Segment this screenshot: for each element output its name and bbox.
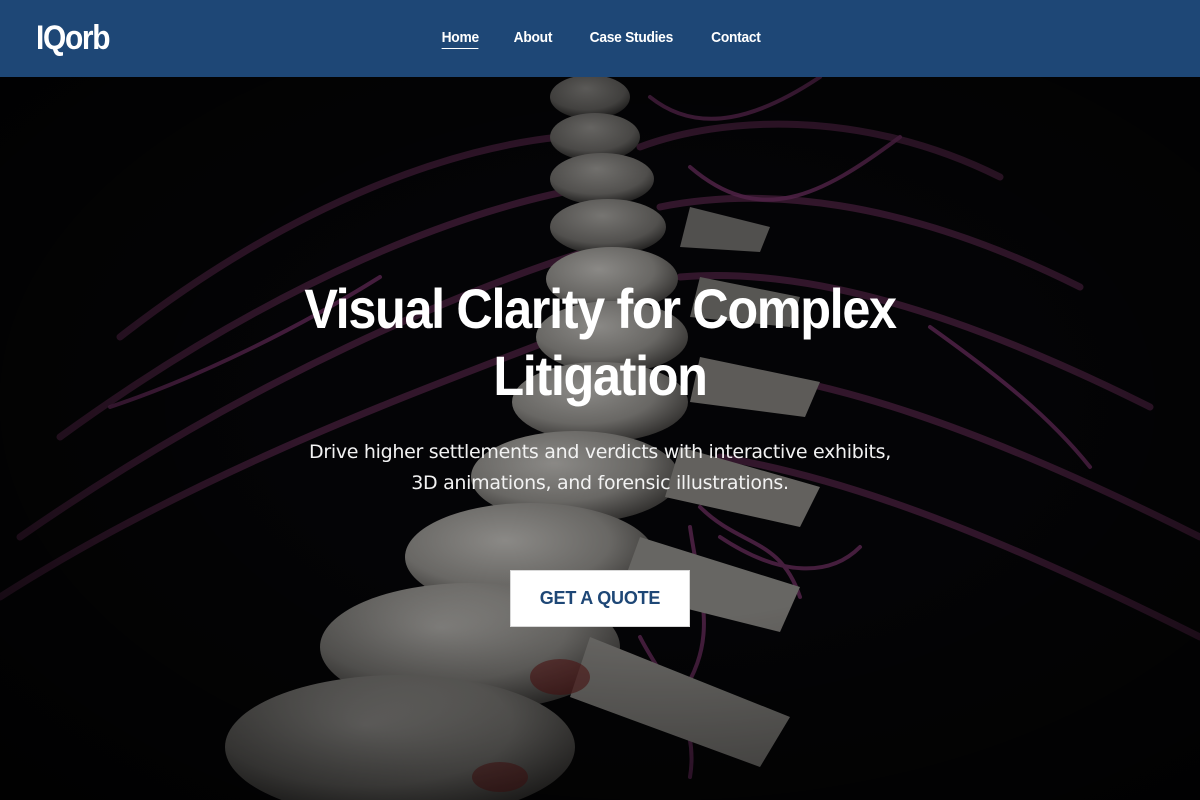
hero-section: Visual Clarity for Complex Litigation Dr…: [0, 77, 1200, 800]
nav-link-about[interactable]: About: [514, 29, 553, 48]
hero-headline: Visual Clarity for Complex Litigation: [304, 277, 897, 407]
top-navbar: IQorb Home About Case Studies Contact: [0, 0, 1200, 77]
hero-subheadline: Drive higher settlements and verdicts wi…: [250, 437, 950, 499]
hero-subheadline-line-1: Drive higher settlements and verdicts wi…: [309, 441, 891, 463]
hero-subheadline-line-2: 3D animations, and forensic illustration…: [411, 472, 789, 494]
nav-link-case-studies[interactable]: Case Studies: [590, 29, 674, 48]
nav-link-home[interactable]: Home: [441, 29, 479, 49]
main-nav: Home About Case Studies Contact: [0, 0, 1200, 77]
get-a-quote-button[interactable]: GET A QUOTE: [510, 570, 690, 627]
nav-link-contact[interactable]: Contact: [711, 29, 761, 48]
